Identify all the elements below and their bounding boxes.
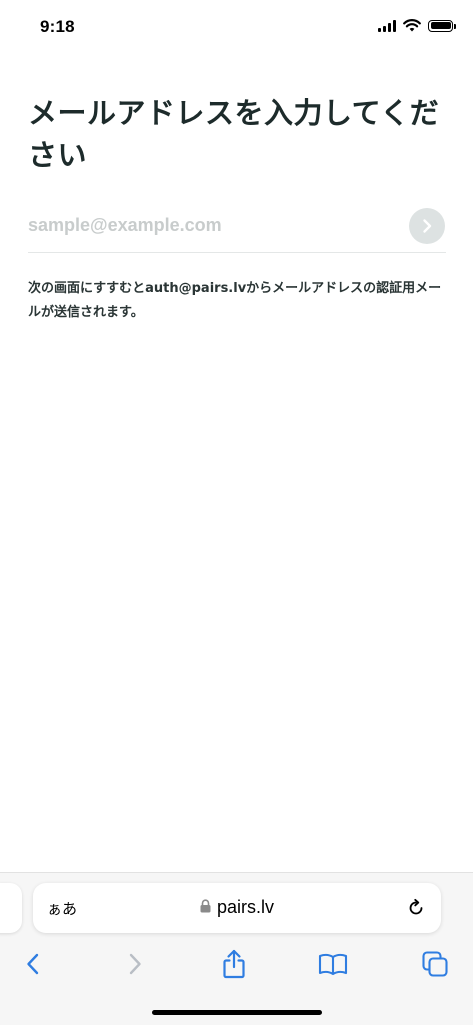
- email-row: [28, 200, 446, 253]
- reload-button[interactable]: [403, 895, 429, 921]
- back-button[interactable]: [17, 948, 49, 980]
- notice-text: 次の画面にすすむとauth@pairs.lvからメールアドレスの認証用メールが送…: [28, 281, 442, 320]
- share-icon: [223, 949, 245, 979]
- wifi-icon: [403, 19, 421, 32]
- lock-icon: [200, 899, 211, 913]
- chevron-right-icon: [423, 219, 432, 233]
- reload-icon: [409, 898, 423, 915]
- forward-icon: [129, 953, 141, 975]
- status-time: 9:18: [40, 17, 75, 36]
- status-icons: [378, 19, 456, 32]
- share-button[interactable]: [218, 948, 250, 980]
- browser-toolbar: ぁあ pairs.lv: [0, 872, 473, 1025]
- url-field[interactable]: pairs.lv: [33, 897, 441, 918]
- status-bar: 9:18: [0, 0, 473, 56]
- page-title: メールアドレスを入力してください: [28, 96, 440, 172]
- forward-button[interactable]: [119, 948, 151, 980]
- next-button[interactable]: [409, 208, 445, 244]
- bookmarks-button[interactable]: [317, 948, 349, 980]
- email-input[interactable]: [28, 208, 388, 242]
- signal-icon: [378, 19, 396, 32]
- bookmarks-icon: [318, 953, 348, 976]
- back-icon: [27, 953, 39, 975]
- previous-tab-edge[interactable]: [0, 883, 22, 933]
- tabs-icon: [422, 951, 448, 977]
- home-indicator[interactable]: [152, 1010, 322, 1015]
- tabs-button[interactable]: [419, 948, 451, 980]
- address-bar[interactable]: ぁあ pairs.lv: [33, 883, 441, 933]
- url-text: pairs.lv: [216, 897, 274, 917]
- battery-icon: [428, 19, 456, 32]
